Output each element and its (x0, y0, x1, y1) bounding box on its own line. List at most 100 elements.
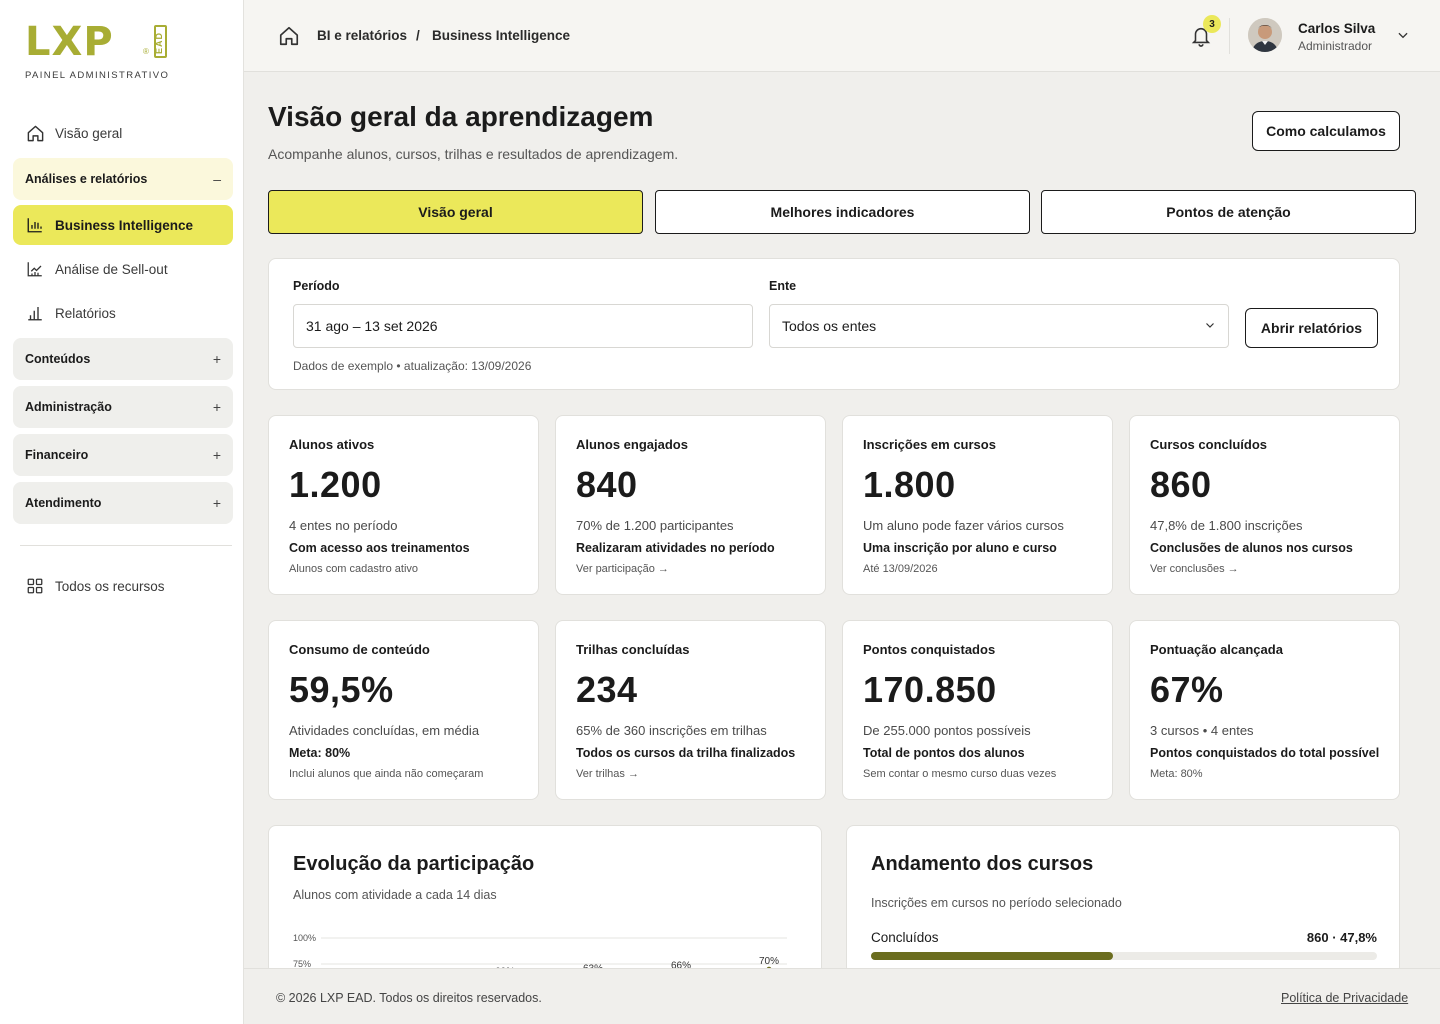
sidebar-item-all-resources[interactable]: Todos os recursos (13, 566, 233, 606)
progress-track (871, 952, 1377, 960)
kpi-card-completed-courses: Cursos concluídos 860 47,8% de 1.800 ins… (1129, 415, 1400, 595)
tab-best-indicators[interactable]: Melhores indicadores (655, 190, 1030, 234)
brand-subtitle: PAINEL ADMINISTRATIVO (25, 70, 170, 81)
user-role: Administrador (1298, 39, 1373, 53)
sidebar-item-home[interactable]: Visão geral (13, 113, 233, 153)
kpi-footnote: Alunos com cadastro ativo (289, 563, 419, 575)
data-note: Dados de exemplo • atualização: 13/09/20… (293, 359, 532, 373)
kpi-value: 840 (576, 464, 638, 505)
top-header: BI e relatórios / Business Intelligence … (244, 0, 1440, 72)
kpi-footnote: Inclui alunos que ainda não começaram (289, 768, 484, 780)
logo-text: LXP (25, 19, 114, 65)
kpi-detail: Pontos conquistados do total possível (1150, 746, 1380, 760)
tab-attention-points[interactable]: Pontos de atenção (1041, 190, 1416, 234)
kpi-detail: Com acesso aos treinamentos (289, 541, 470, 555)
kpi-description: 3 cursos • 4 entes (1150, 723, 1254, 738)
kpi-detail: Meta: 80% (289, 746, 351, 760)
user-name[interactable]: Carlos Silva (1298, 21, 1375, 36)
kpi-title: Trilhas concluídas (576, 642, 690, 657)
home-icon[interactable] (278, 25, 300, 52)
expand-icon: + (212, 495, 221, 511)
notification-badge: 3 (1203, 15, 1221, 33)
sidebar-item-label: Visão geral (55, 125, 123, 141)
data-label: 70% (759, 956, 779, 967)
breadcrumb-separator: / (416, 28, 420, 43)
entity-value: Todos os entes (782, 318, 877, 334)
sidebar-item-label: Business Intelligence (55, 217, 194, 233)
logo-ead-box: EAD (154, 25, 167, 58)
chevron-down-icon[interactable] (1396, 28, 1410, 47)
kpi-card-points-earned: Pontos conquistados 170.850 De 255.000 p… (842, 620, 1113, 800)
sidebar-item-business-intelligence[interactable]: Business Intelligence (13, 205, 233, 245)
logo-registered: ® (143, 47, 149, 56)
kpi-card-content-consumption: Consumo de conteúdo 59,5% Atividades con… (268, 620, 539, 800)
sidebar-group-financial[interactable]: Financeiro + (13, 434, 233, 476)
sidebar-group-analytics[interactable]: Análises e relatórios – (13, 158, 233, 200)
period-label: Período (293, 279, 340, 293)
period-value: 31 ago – 13 set 2026 (306, 318, 438, 334)
sidebar-divider (20, 545, 232, 546)
tab-overview[interactable]: Visão geral (268, 190, 643, 234)
kpi-value: 59,5% (289, 669, 394, 710)
logo-ead: EAD (154, 31, 165, 55)
page-footer: © 2026 LXP EAD. Todos os direitos reserv… (244, 968, 1440, 1024)
trend-chart-icon (25, 259, 45, 279)
period-input[interactable]: 31 ago – 13 set 2026 (293, 304, 753, 348)
sidebar-item-reports[interactable]: Relatórios (13, 293, 233, 333)
sidebar-group-contents[interactable]: Conteúdos + (13, 338, 233, 380)
entity-label: Ente (769, 279, 797, 293)
view-completions-link[interactable]: Ver conclusões → (1150, 563, 1239, 575)
how-we-calculate-button[interactable]: Como calculamos (1252, 111, 1400, 151)
sidebar-group-label: Conteúdos (25, 352, 91, 366)
avatar[interactable] (1248, 18, 1282, 52)
view-participation-link[interactable]: Ver participação → (576, 563, 669, 575)
brand-logo[interactable]: LXP ® EAD (25, 22, 185, 62)
page-title: Visão geral da aprendizagem (268, 101, 654, 132)
sidebar-item-label: Relatórios (55, 305, 116, 321)
y-tick-label: 100% (293, 933, 316, 943)
entity-select[interactable]: Todos os entes (769, 304, 1229, 348)
kpi-value: 1.200 (289, 464, 382, 505)
kpi-title: Cursos concluídos (1150, 437, 1268, 452)
kpi-description: 4 entes no período (289, 518, 398, 533)
kpi-description: Um aluno pode fazer vários cursos (863, 518, 1064, 533)
bar-chart-icon (25, 303, 45, 323)
courses-panel: Andamento dos cursos Inscrições em curso… (846, 825, 1400, 975)
kpi-value: 1.800 (863, 464, 956, 505)
kpi-title: Pontuação alcançada (1150, 642, 1283, 657)
kpi-description: Atividades concluídas, em média (289, 723, 480, 738)
page-subtitle: Acompanhe alunos, cursos, trilhas e resu… (268, 146, 679, 162)
privacy-link[interactable]: Política de Privacidade (1281, 991, 1408, 1005)
kpi-description: 70% de 1.200 participantes (576, 518, 734, 533)
sidebar: LXP ® EAD PAINEL ADMINISTRATIVO Visão ge… (0, 0, 244, 1024)
sidebar-item-label: Análise de Sell-out (55, 261, 168, 277)
kpi-detail: Conclusões de alunos nos cursos (1150, 541, 1353, 555)
kpi-card-engaged-students: Alunos engajados 840 70% de 1.200 partic… (555, 415, 826, 595)
kpi-card-course-enrollments: Inscrições em cursos 1.800 Um aluno pode… (842, 415, 1113, 595)
sidebar-item-sell-out[interactable]: Análise de Sell-out (13, 249, 233, 289)
kpi-detail: Uma inscrição por aluno e curso (863, 541, 1057, 555)
sidebar-group-label: Análises e relatórios (25, 172, 148, 186)
kpi-description: De 255.000 pontos possíveis (863, 723, 1031, 738)
view-trails-link[interactable]: Ver trilhas → (576, 768, 639, 780)
kpi-detail: Realizaram atividades no período (576, 541, 775, 555)
kpi-card-active-students: Alunos ativos 1.200 4 entes no período C… (268, 415, 539, 595)
kpi-footnote: Meta: 80% (1150, 768, 1203, 780)
bar-chart-icon (25, 215, 45, 235)
kpi-value: 170.850 (863, 669, 997, 710)
home-icon (25, 123, 45, 143)
sidebar-group-label: Atendimento (25, 496, 102, 510)
open-reports-button[interactable]: Abrir relatórios (1245, 308, 1378, 348)
sidebar-group-support[interactable]: Atendimento + (13, 482, 233, 524)
breadcrumb-bi-reports[interactable]: BI e relatórios (317, 28, 407, 43)
kpi-value: 234 (576, 669, 638, 710)
courses-subtitle: Inscrições em cursos no período selecion… (871, 896, 1122, 910)
collapse-icon: – (213, 171, 221, 187)
sidebar-group-administration[interactable]: Administração + (13, 386, 233, 428)
header-divider (1229, 18, 1230, 54)
kpi-detail: Total de pontos dos alunos (863, 746, 1025, 760)
kpi-card-score-achieved: Pontuação alcançada 67% 3 cursos • 4 ent… (1129, 620, 1400, 800)
kpi-footnote: Até 13/09/2026 (863, 563, 938, 575)
copyright-text: © 2026 LXP EAD. Todos os direitos reserv… (276, 991, 542, 1005)
expand-icon: + (212, 447, 221, 463)
